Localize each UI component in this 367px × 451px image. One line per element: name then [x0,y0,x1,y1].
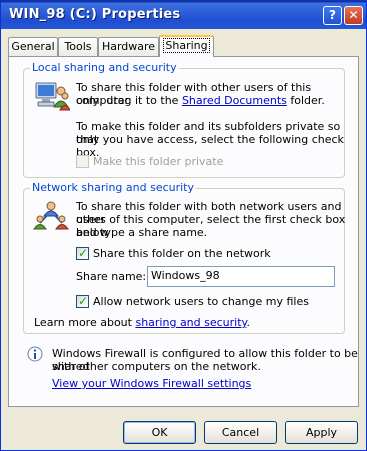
network-sharing-title: Network sharing and security [30,181,197,194]
properties-dialog: WIN_98 (C:) Properties ? ✕ General Tools… [0,0,367,451]
tab-tools[interactable]: Tools [58,37,98,56]
firewall-line2: with other computers on the network. [52,360,261,373]
checkmark-icon: ✓ [78,294,89,308]
tab-sharing-label: Sharing [163,38,210,53]
info-icon [27,346,43,362]
learn-more-post: . [246,316,250,329]
tab-hardware[interactable]: Hardware [98,37,159,56]
firewall-settings-link[interactable]: View your Windows Firewall settings [52,377,251,390]
cancel-button[interactable]: Cancel [204,421,277,444]
close-icon[interactable]: ✕ [344,6,363,25]
share-folder-label: Share this folder on the network [93,247,271,260]
learn-more-line: Learn more about sharing and security. [34,316,250,329]
local-desc-line2: only, drag it to the Shared Documents fo… [76,94,325,107]
help-icon[interactable]: ? [323,6,342,25]
title-bar[interactable]: WIN_98 (C:) Properties ? ✕ [1,1,366,29]
window-title: WIN_98 (C:) Properties [9,7,181,22]
make-private-checkbox[interactable] [76,155,89,168]
local-desc-post: folder. [286,94,325,107]
share-name-field[interactable]: Windows_98 [147,266,335,287]
computer-users-icon [35,82,70,111]
shared-documents-link[interactable]: Shared Documents [182,94,287,107]
sharing-security-link[interactable]: sharing and security [135,316,246,329]
make-private-label: Make this folder private [93,155,224,168]
share-folder-checkbox[interactable]: ✓ [76,246,89,260]
allow-change-checkbox[interactable]: ✓ [76,294,89,308]
network-desc-line3: and type a share name. [76,226,208,239]
tab-general[interactable]: General [8,37,58,56]
sharing-panel: Local sharing and security To share this… [8,56,359,407]
ok-button[interactable]: OK [123,421,196,444]
apply-button[interactable]: Apply [285,421,358,444]
checkmark-icon: ✓ [78,246,89,260]
allow-change-label: Allow network users to change my files [93,295,309,308]
local-sharing-title: Local sharing and security [30,61,179,74]
learn-more-pre: Learn more about [34,316,136,329]
share-name-label: Share name: [76,270,147,283]
network-share-icon [33,201,69,230]
tab-sharing[interactable]: Sharing [159,35,214,57]
local-desc-pre: only, drag it to the [76,94,182,107]
